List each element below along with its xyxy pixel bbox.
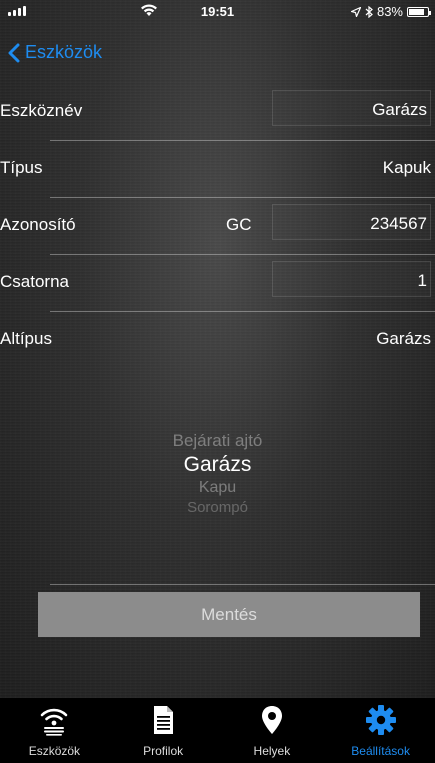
tab-label: Profilok [143, 744, 184, 758]
channel-field[interactable]: 1 [272, 261, 431, 297]
tab-profiles[interactable]: Profilok [109, 698, 218, 763]
divider [50, 197, 435, 198]
tab-settings[interactable]: Beállítások [326, 698, 435, 763]
tab-bar: Eszközök Profilok Helyek Beállítások [0, 698, 435, 763]
picker-option-selected[interactable]: Garázs [0, 452, 435, 478]
subtype-value[interactable]: Garázs [376, 329, 431, 349]
status-bar: 19:51 83% [0, 0, 435, 22]
identifier-label: Azonosító [0, 215, 76, 234]
picker-option[interactable]: Sorompó [0, 498, 435, 518]
subtype-label: Altípus [0, 329, 52, 348]
divider [50, 584, 435, 585]
back-button[interactable]: Eszközök [6, 42, 102, 63]
device-name-field[interactable]: Garázs [272, 90, 431, 126]
status-right-group: 83% [350, 4, 431, 19]
tab-label: Eszközök [28, 744, 81, 758]
wireless-remote-icon [41, 708, 68, 736]
back-button-label: Eszközök [25, 42, 103, 62]
divider [50, 140, 435, 141]
location-arrow-icon [350, 6, 361, 17]
type-value[interactable]: Kapuk [383, 158, 431, 178]
chevron-left-icon [8, 43, 20, 62]
identifier-prefix: GC [226, 215, 252, 234]
tab-devices[interactable]: Eszközök [0, 698, 109, 763]
channel-label: Csatorna [0, 272, 69, 291]
map-pin-icon [261, 706, 282, 734]
device-name-row: Eszköznév Garázs [0, 85, 435, 142]
channel-row: Csatorna 1 [0, 256, 435, 313]
battery-icon [407, 6, 431, 17]
type-row: Típus Kapuk [0, 142, 435, 199]
type-label: Típus [0, 158, 43, 177]
picker-option[interactable]: Kapu [0, 478, 435, 498]
subtype-picker[interactable]: Bejárati ajtó Garázs Kapu Sorompó [0, 430, 435, 518]
picker-option[interactable]: Bejárati ajtó [0, 430, 435, 452]
save-button[interactable]: Mentés [38, 592, 420, 637]
tab-label: Helyek [253, 744, 291, 758]
tab-places[interactable]: Helyek [218, 698, 327, 763]
subtype-row: Altípus Garázs [0, 313, 435, 370]
battery-fill [409, 8, 424, 15]
gear-icon [365, 705, 396, 735]
identifier-row: Azonosító GC 234567 [0, 199, 435, 256]
device-form: Eszköznév Garázs Típus Kapuk Azonosító G… [0, 85, 435, 370]
bluetooth-icon [365, 5, 373, 18]
device-name-label: Eszköznév [0, 101, 83, 120]
tab-label: Beállítások [351, 744, 410, 758]
battery-percent: 83% [376, 4, 403, 19]
identifier-field[interactable]: 234567 [272, 204, 431, 240]
divider [50, 311, 435, 312]
navigation-bar: Eszközök [0, 32, 435, 76]
document-icon [154, 706, 174, 734]
divider [50, 254, 435, 255]
